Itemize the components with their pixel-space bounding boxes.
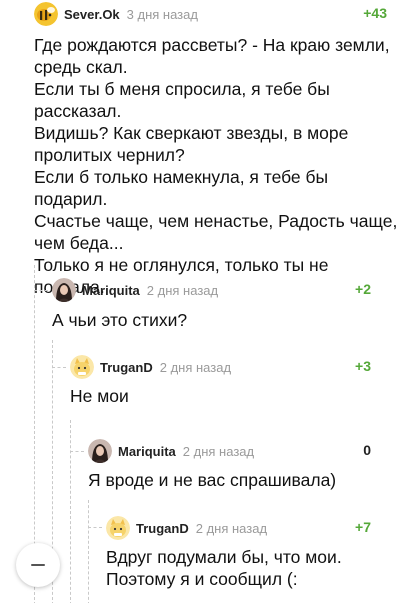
comment-line: Поэтому я и сообщил (: (106, 569, 298, 589)
comment-rating: +3 (355, 358, 371, 374)
comment-date[interactable]: 3 дня назад (127, 7, 198, 22)
comment-author[interactable]: Mariquita (118, 444, 176, 459)
comment-rating: +7 (355, 519, 371, 535)
thread-connector (88, 527, 102, 528)
comment-author[interactable]: Mariquita (82, 283, 140, 298)
comment-date[interactable]: 2 дня назад (196, 521, 267, 536)
collapse-thread-button[interactable] (16, 543, 60, 587)
cat-avatar-icon[interactable] (70, 355, 94, 379)
comment-line: средь скал. (34, 57, 128, 77)
user-photo-avatar-icon[interactable] (52, 278, 76, 302)
minus-icon (31, 564, 45, 566)
comment-date[interactable]: 2 дня назад (160, 360, 231, 375)
comment-author[interactable]: Sever.Ok (64, 7, 120, 22)
comment-date[interactable]: 2 дня назад (147, 283, 218, 298)
cat-avatar-icon[interactable] (106, 516, 130, 540)
comment-author[interactable]: TruganD (136, 521, 189, 536)
thread-connector (34, 290, 48, 291)
thread-line[interactable] (70, 420, 71, 603)
thread-connector (70, 451, 84, 452)
comment-header: TruganD 2 дня назад (106, 515, 267, 541)
comment-body: А чьи это стихи? (52, 309, 382, 331)
bee-avatar-icon[interactable] (34, 2, 58, 26)
comment-line: Вдруг подумали бы, что мои. (106, 547, 342, 567)
comment-header: Mariquita 2 дня назад (52, 277, 218, 303)
comment-line: А чьи это стихи? (52, 310, 188, 330)
thread-line[interactable] (88, 500, 89, 603)
comment-rating: +43 (363, 5, 387, 21)
thread-connector (52, 367, 66, 368)
comment-line: Счастье чаще, чем ненастье, Радость чаще… (34, 211, 398, 231)
comment-line: Видишь? Как сверкают звезды, в море (34, 123, 349, 143)
comment-body: Не мои (70, 385, 380, 407)
comment-body: Я вроде и не вас спрашивала) (88, 469, 388, 491)
comment-header: TruganD 2 дня назад (70, 354, 231, 380)
comments-thread: Sever.Ok 3 дня назад +43 Где рождаются р… (0, 0, 400, 603)
user-photo-avatar-icon[interactable] (88, 439, 112, 463)
comment-rating: +2 (355, 281, 371, 297)
comment-author[interactable]: TruganD (100, 360, 153, 375)
comment-line: Где рождаются рассветы? - На краю земли, (34, 35, 390, 55)
comment-line: Если ты б меня спросила, я тебе бы (34, 79, 330, 99)
comment-rating: 0 (363, 442, 371, 458)
comment-line: чем беда... (34, 233, 124, 253)
comment-line: Не мои (70, 386, 129, 406)
comment-line: Я вроде и не вас спрашивала) (88, 470, 337, 490)
comment-body: Вдруг подумали бы, что мои. Поэтому я и … (106, 546, 396, 590)
comment-line: Если б только намекнула, я тебе бы подар… (34, 167, 329, 209)
comment-line: рассказал. (34, 101, 122, 121)
comment-line: пролитых чернил? (34, 145, 185, 165)
comment-header: Sever.Ok 3 дня назад (34, 1, 198, 27)
comment-body: Где рождаются рассветы? - На краю земли,… (34, 34, 400, 298)
comment-header: Mariquita 2 дня назад (88, 438, 254, 464)
comment-date[interactable]: 2 дня назад (183, 444, 254, 459)
